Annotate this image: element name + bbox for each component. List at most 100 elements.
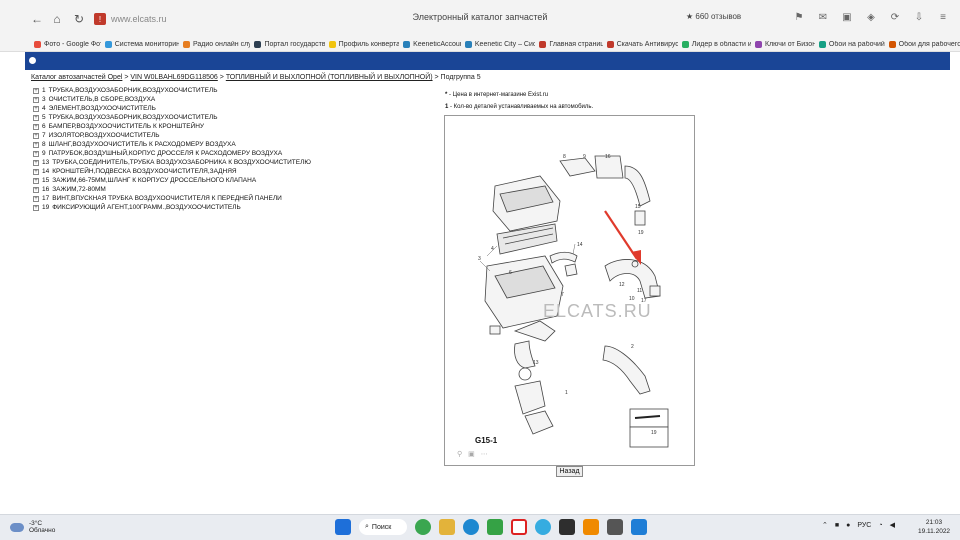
bookmark-item[interactable]: Лидер в области и... xyxy=(678,41,751,48)
chevron-up-icon[interactable]: ⌃ xyxy=(822,521,828,529)
bookmark-favicon-icon xyxy=(539,41,547,48)
lang-indicator[interactable]: РУС xyxy=(857,522,871,529)
expand-icon[interactable]: + xyxy=(33,141,39,148)
extension-icon[interactable]: ▣ xyxy=(840,10,854,24)
bookmark-item[interactable]: Обои для рабочего... xyxy=(885,41,960,48)
bookmark-label: KeeneticAccount xyxy=(413,41,461,48)
camera-icon[interactable]: ▣ xyxy=(468,450,475,458)
bookmark-item[interactable]: Скачать Антивирус... xyxy=(603,41,678,48)
expand-icon[interactable]: + xyxy=(33,168,39,175)
reload-icon[interactable]: ↻ xyxy=(68,8,90,30)
site-banner xyxy=(25,52,950,70)
expand-icon[interactable]: + xyxy=(33,114,39,121)
app-icon[interactable] xyxy=(631,519,647,535)
telegram-icon[interactable] xyxy=(535,519,551,535)
mail-icon[interactable]: ✉ xyxy=(816,10,830,24)
sync-icon[interactable]: ⟳ xyxy=(888,10,902,24)
shield-icon[interactable]: ◈ xyxy=(864,10,878,24)
wifi-icon[interactable]: ◔ xyxy=(878,522,882,529)
volume-icon[interactable]: ◀ xyxy=(890,521,895,529)
bookmark-label: Профиль конверта... xyxy=(338,41,400,48)
bookmark-item[interactable]: Фото - Google Фото xyxy=(30,41,101,48)
edge-icon[interactable] xyxy=(463,519,479,535)
bookmark-item[interactable]: Портал государств... xyxy=(250,41,325,48)
expand-icon[interactable]: + xyxy=(33,105,39,112)
taskbar: -3°C Облачно ⌕ Поиск ⌃ ■ ● РУС ◔ ◀ 21:03… xyxy=(0,514,960,540)
part-row[interactable]: +3 ОЧИСТИТЕЛЬ,В СБОРЕ,ВОЗДУХА xyxy=(33,95,311,104)
file-explorer-icon[interactable] xyxy=(439,519,455,535)
bookmark-item[interactable]: Главная страница xyxy=(535,41,603,48)
vlc-icon[interactable] xyxy=(583,519,599,535)
expand-icon[interactable]: + xyxy=(33,87,39,94)
address-bar[interactable]: ! www.elcats.ru xyxy=(94,8,324,30)
bookmark-icon[interactable]: ⚑ xyxy=(792,10,806,24)
weather-widget[interactable]: -3°C Облачно xyxy=(10,520,55,534)
home-icon[interactable]: ⌂ xyxy=(46,8,68,30)
part-number: 7 xyxy=(42,132,46,139)
expand-icon[interactable]: + xyxy=(33,186,39,193)
part-row[interactable]: +9 ПАТРУБОК,ВОЗДУШНЫЙ,КОРПУС ДРОССЕЛЯ К Р… xyxy=(33,149,311,158)
part-row[interactable]: +1 ТРУБКА,ВОЗДУХОЗАБОРНИК,ВОЗДУХООЧИСТИТЕ… xyxy=(33,86,311,95)
app-icon[interactable] xyxy=(487,519,503,535)
time: 21:03 xyxy=(925,519,943,526)
app-icon[interactable] xyxy=(559,519,575,535)
windows-start-icon[interactable] xyxy=(335,519,351,535)
breadcrumb-section[interactable]: ТОПЛИВНЫЙ И ВЫХЛОПНОЙ (ТОПЛИВНЫЙ И ВЫХЛО… xyxy=(226,74,433,81)
part-row[interactable]: +15 ЗАЖИМ,66-75ММ,ШЛАНГ К КОРПУСУ ДРОССЕЛ… xyxy=(33,176,311,185)
pin-icon[interactable]: ⚲ xyxy=(457,450,462,458)
breadcrumb-separator: > xyxy=(124,74,129,81)
bookmark-item[interactable]: Ключи от Бизона xyxy=(751,41,815,48)
price-note: - Цена в интернет-магазине Exist.ru xyxy=(447,92,549,98)
clock[interactable]: 21:03 19.11.2022 xyxy=(918,518,950,536)
bookmark-item[interactable]: KeeneticAccount xyxy=(399,41,461,48)
part-row[interactable]: +7 ИЗОЛЯТОР,ВОЗДУХООЧИСТИТЕЛЬ xyxy=(33,131,311,140)
parts-diagram[interactable]: 8 9 16 15 19 14 4 3 6 7 12 11 10 17 13 2… xyxy=(444,115,695,466)
part-row[interactable]: +6 БАМПЕР,ВОЗДУХООЧИСТИТЕЛЬ К КРОНШТЕЙНУ xyxy=(33,122,311,131)
breadcrumb-catalog[interactable]: Каталог автозапчастей Opel xyxy=(31,74,122,81)
bookmark-item[interactable]: Система мониторинга xyxy=(101,41,179,48)
app-icon[interactable] xyxy=(415,519,431,535)
part-row[interactable]: +16 ЗАЖИМ,72-80ММ xyxy=(33,185,311,194)
bookmark-item[interactable]: Профиль конверта... xyxy=(325,41,399,48)
part-row[interactable]: +4 ЭЛЕМЕНТ,ВОЗДУХООЧИСТИТЕЛЬ xyxy=(33,104,311,113)
callout-label: 12 xyxy=(619,282,625,288)
part-row[interactable]: +5 ТРУБКА,ВОЗДУХОЗАБОРНИК,ВОЗДУХООЧИСТИТЕ… xyxy=(33,113,311,122)
back-button[interactable]: Назад xyxy=(556,466,583,477)
back-arrow-icon[interactable]: ← xyxy=(26,8,48,30)
expand-icon[interactable]: + xyxy=(33,177,39,184)
menu-icon[interactable]: ≡ xyxy=(936,10,950,24)
qty-note: - Кол-во деталей устанавливаемых на авто… xyxy=(448,104,594,110)
part-row[interactable]: +8 ШЛАНГ,ВОЗДУХООЧИСТИТЕЛЬ К РАСХОДОМЕРУ … xyxy=(33,140,311,149)
expand-icon[interactable]: + xyxy=(33,195,39,202)
yandex-browser-icon[interactable] xyxy=(511,519,527,535)
bookmark-item[interactable]: Keenetic City – Сис... xyxy=(461,41,535,48)
tray-app-icon[interactable]: ■ xyxy=(835,522,839,529)
part-number: 17 xyxy=(42,195,50,202)
part-number: 13 xyxy=(42,159,50,166)
breadcrumb-vin[interactable]: VIN W0LBAHL69DG118506 xyxy=(130,74,217,81)
more-icon[interactable]: ⋯ xyxy=(481,450,488,458)
bookmarks-bar: Фото - Google Фото Система мониторинга Рад… xyxy=(0,38,960,52)
part-number: 15 xyxy=(42,177,50,184)
part-row[interactable]: +17 ВИНТ,ВПУСКНАЯ ТРУБКА ВОЗДУХООЧИСТИТЕЛ… xyxy=(33,194,311,203)
tray-app-icon[interactable]: ● xyxy=(846,522,850,529)
part-row[interactable]: +14 КРОНШТЕЙН,ПОДВЕСКА ВОЗДУХООЧИСТИТЕЛЯ,… xyxy=(33,167,311,176)
bookmark-label: Обои для рабочего... xyxy=(898,41,960,48)
download-icon[interactable]: ⇩ xyxy=(912,10,926,24)
app-icon[interactable] xyxy=(607,519,623,535)
bookmark-label: Радио онлайн слу... xyxy=(192,41,251,48)
expand-icon[interactable]: + xyxy=(33,132,39,139)
expand-icon[interactable]: + xyxy=(33,150,39,157)
search-icon: ⌕ xyxy=(365,523,369,530)
taskbar-search[interactable]: ⌕ Поиск xyxy=(359,519,407,535)
bookmark-favicon-icon xyxy=(464,41,472,48)
part-row[interactable]: +13 ТРУБКА,СОЕДИНИТЕЛЬ,ТРУБКА ВОЗДУХОЗАБО… xyxy=(33,158,311,167)
expand-icon[interactable]: + xyxy=(33,96,39,103)
expand-icon[interactable]: + xyxy=(33,123,39,130)
expand-icon[interactable]: + xyxy=(33,159,39,166)
reviews-badge[interactable]: ★ 660 отзывов xyxy=(686,12,741,21)
part-row[interactable]: +19 ФИКСИРУЮЩИЙ АГЕНТ,100ГРАММ.,ВОЗДУХООЧ… xyxy=(33,203,311,212)
bookmark-item[interactable]: Радио онлайн слу... xyxy=(179,41,251,48)
bookmark-item[interactable]: Обои на рабочий... xyxy=(815,41,885,48)
expand-icon[interactable]: + xyxy=(33,204,39,211)
